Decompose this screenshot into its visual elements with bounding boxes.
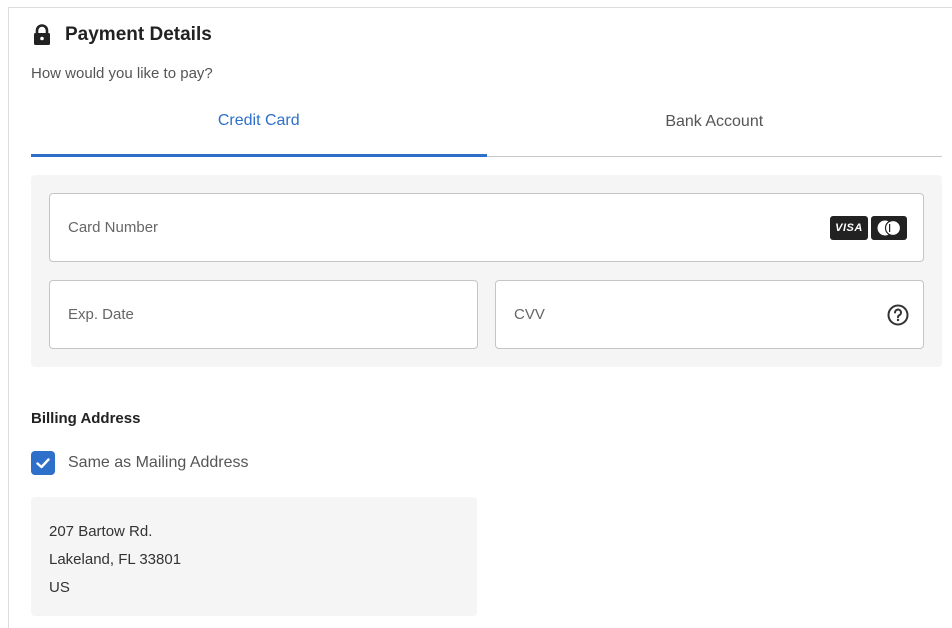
address-line: 207 Bartow Rd. xyxy=(49,523,153,540)
cvv-placeholder: CVV xyxy=(514,306,545,323)
visa-icon: VISA xyxy=(830,216,868,240)
exp-date-placeholder: Exp. Date xyxy=(68,306,134,323)
billing-address-heading: Billing Address xyxy=(31,410,141,427)
payment-header: Payment Details xyxy=(31,24,212,46)
cvv-field[interactable]: CVV xyxy=(495,280,924,349)
checkmark-icon xyxy=(36,457,50,468)
address-line: US xyxy=(49,579,70,596)
page-title: Payment Details xyxy=(65,24,212,45)
exp-date-field[interactable]: Exp. Date xyxy=(49,280,478,349)
payment-method-prompt: How would you like to pay? xyxy=(31,65,213,82)
payment-method-tabs: Credit Card Bank Account xyxy=(31,100,942,157)
card-number-placeholder: Card Number xyxy=(68,219,159,236)
same-as-mailing-checkbox[interactable] xyxy=(31,451,55,475)
tab-bank-account[interactable]: Bank Account xyxy=(487,100,943,156)
card-logos: VISA xyxy=(830,216,907,240)
billing-address-display: 207 Bartow Rd. Lakeland, FL 33801 US xyxy=(31,497,477,616)
same-as-mailing-label: Same as Mailing Address xyxy=(68,454,249,471)
credit-card-form: Card Number VISA Exp. Date CVV xyxy=(31,175,942,367)
tab-credit-card[interactable]: Credit Card xyxy=(31,100,487,157)
question-circle-icon[interactable] xyxy=(887,304,909,326)
address-line: Lakeland, FL 33801 xyxy=(49,551,182,568)
same-as-mailing-checkbox-row[interactable]: Same as Mailing Address xyxy=(31,451,249,475)
card-number-field[interactable]: Card Number VISA xyxy=(49,193,924,262)
mastercard-icon xyxy=(871,216,907,240)
lock-icon xyxy=(34,24,50,45)
